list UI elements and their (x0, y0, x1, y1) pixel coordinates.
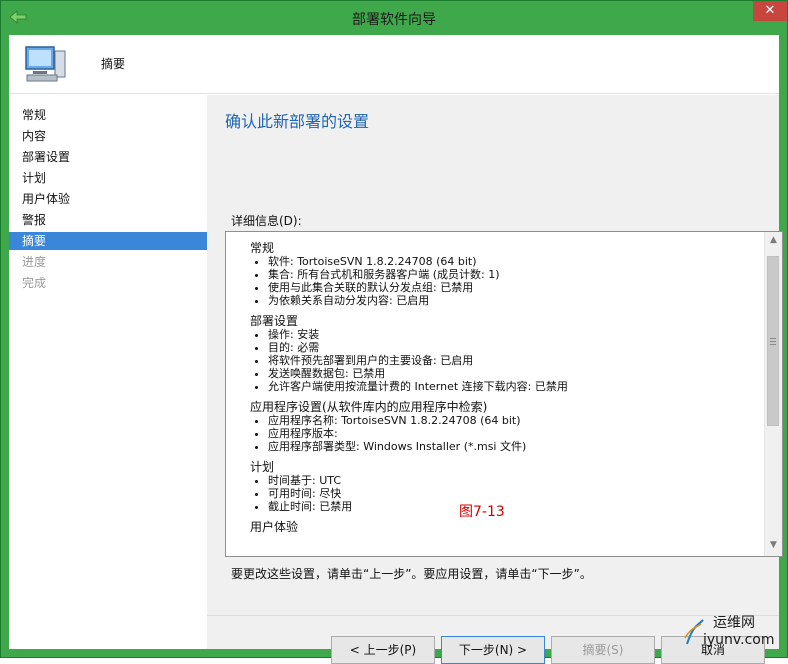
summary-button: 摘要(S) (551, 636, 655, 664)
grip-line (770, 341, 776, 342)
nav-item-general[interactable]: 常规 (9, 106, 207, 124)
grip-line (770, 338, 776, 339)
next-button[interactable]: 下一步(N) > (441, 636, 545, 664)
list-item: 截止时间: 已禁用 (268, 500, 750, 513)
previous-button[interactable]: < 上一步(P) (331, 636, 435, 664)
watermark: 运维网 iyunv.com (683, 604, 783, 654)
nav-item-summary[interactable]: 摘要 (9, 232, 207, 250)
watermark-text: 运维网 (713, 615, 755, 631)
window-title: 部署软件向导 (352, 12, 436, 28)
computer-icon (25, 46, 66, 82)
list-item: 应用程序名称: TortoiseSVN 1.8.2.24708 (64 bit) (268, 414, 750, 427)
grip-line (770, 344, 776, 345)
section-title: 常规 (250, 241, 275, 255)
nav-item-schedule[interactable]: 计划 (9, 169, 207, 187)
section-list: 操作: 安装 目的: 必需 将软件预先部署到用户的主要设备: 已启用 发送唤醒数… (250, 328, 750, 393)
details-content: 常规 软件: TortoiseSVN 1.8.2.24708 (64 bit) … (250, 242, 750, 534)
nav-item-progress: 进度 (22, 255, 47, 269)
wizard-window: 部署软件向导 ✕ 摘要 常规 内容 部署设置 计划 用户体验 警报 摘要 进度 … (0, 0, 788, 664)
list-item: 使用与此集合关联的默认分发点组: 已禁用 (268, 281, 750, 294)
list-item: 为依赖关系自动分发内容: 已启用 (268, 294, 750, 307)
section-title: 用户体验 (250, 520, 299, 534)
nav-item-alerts[interactable]: 警报 (9, 211, 207, 229)
vertical-scrollbar[interactable]: ▲ ▼ (764, 232, 782, 556)
instruction-text: 要更改这些设置，请单击“上一步”。要应用设置，请单击“下一步”。 (231, 567, 592, 581)
section-title: 应用程序设置(从软件库内的应用程序中检索) (250, 400, 488, 414)
wizard-client-area: 摘要 常规 内容 部署设置 计划 用户体验 警报 摘要 进度 完成 确认此新部署… (9, 35, 783, 664)
section-list: 软件: TortoiseSVN 1.8.2.24708 (64 bit) 集合:… (250, 255, 750, 307)
list-item: 将软件预先部署到用户的主要设备: 已启用 (268, 354, 750, 367)
scroll-up-icon[interactable]: ▲ (769, 236, 778, 245)
scroll-thumb[interactable] (767, 256, 779, 426)
page-heading: 确认此新部署的设置 (225, 112, 370, 131)
section-list: 应用程序名称: TortoiseSVN 1.8.2.24708 (64 bit)… (250, 414, 750, 453)
section-title: 部署设置 (250, 314, 299, 328)
list-item: 集合: 所有台式机和服务器客户端 (成员计数: 1) (268, 268, 750, 281)
figure-label: 图7-13 (459, 504, 505, 520)
wizard-header: 摘要 (9, 35, 779, 94)
list-item: 软件: TortoiseSVN 1.8.2.24708 (64 bit) (268, 255, 750, 268)
wizard-main: 确认此新部署的设置 详细信息(D): 常规 软件: TortoiseSVN 1.… (207, 95, 783, 664)
close-button[interactable]: ✕ (753, 1, 787, 21)
nav-item-user-experience[interactable]: 用户体验 (9, 190, 207, 208)
page-title: 摘要 (101, 57, 126, 71)
nav-item-content[interactable]: 内容 (9, 127, 207, 145)
list-item: 应用程序版本: (268, 427, 750, 440)
nav-item-completion: 完成 (22, 276, 47, 290)
nav-item-deployment-settings[interactable]: 部署设置 (9, 148, 207, 166)
list-item: 允许客户端使用按流量计费的 Internet 连接下载内容: 已禁用 (268, 380, 750, 393)
list-item: 操作: 安装 (268, 328, 750, 341)
list-item: 发送唤醒数据包: 已禁用 (268, 367, 750, 380)
watermark-text: iyunv.com (703, 632, 775, 648)
list-item: 可用时间: 尽快 (268, 487, 750, 500)
scroll-down-icon[interactable]: ▼ (769, 541, 778, 550)
list-item: 目的: 必需 (268, 341, 750, 354)
list-item: 时间基于: UTC (268, 474, 750, 487)
wizard-nav: 常规 内容 部署设置 计划 用户体验 警报 摘要 进度 完成 (9, 95, 207, 649)
list-item: 应用程序部署类型: Windows Installer (*.msi 文件) (268, 440, 750, 453)
title-bar[interactable]: 部署软件向导 ✕ (1, 1, 787, 35)
details-label: 详细信息(D): (231, 214, 302, 228)
section-title: 计划 (250, 460, 275, 474)
